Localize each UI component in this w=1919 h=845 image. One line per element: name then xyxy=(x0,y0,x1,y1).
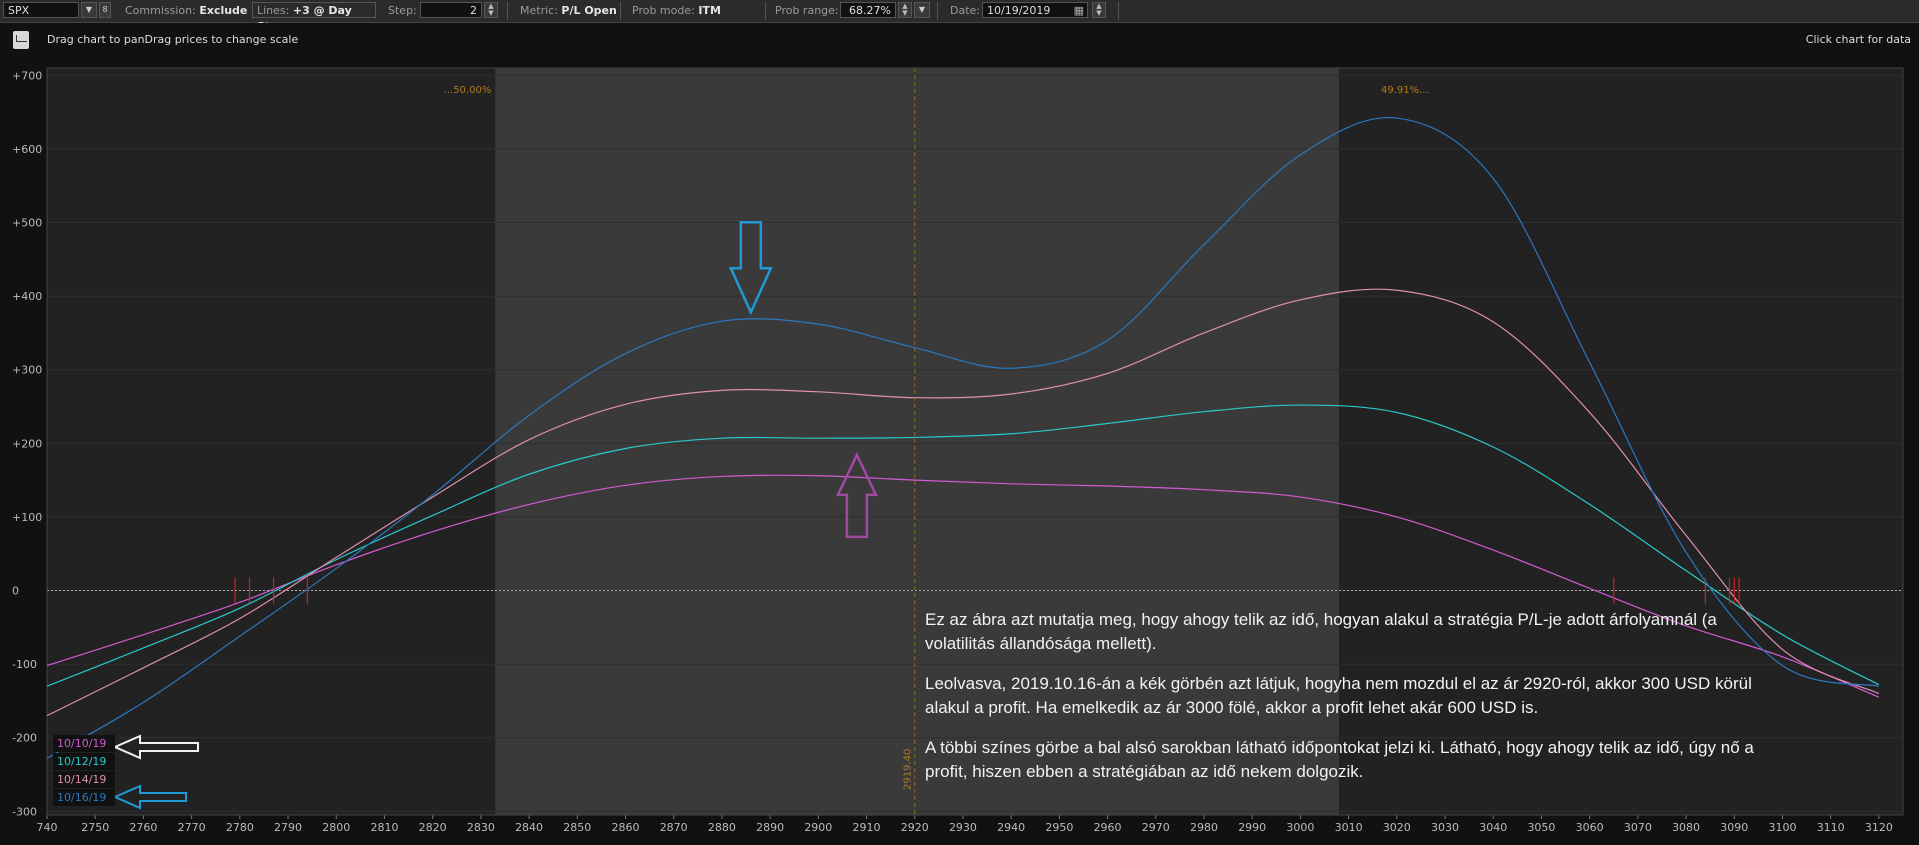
y-tick-label: -100 xyxy=(12,658,37,671)
x-tick-label: 2930 xyxy=(949,821,977,834)
x-tick-label: 2760 xyxy=(129,821,157,834)
x-tick-label: 2990 xyxy=(1238,821,1266,834)
x-tick-label: 3110 xyxy=(1817,821,1845,834)
x-tick-label: 2750 xyxy=(81,821,109,834)
y-tick-label: +600 xyxy=(12,143,42,156)
x-tick-label: 3040 xyxy=(1479,821,1507,834)
x-tick-label: 3030 xyxy=(1431,821,1459,834)
x-tick-label: 3090 xyxy=(1720,821,1748,834)
x-tick-label: 3020 xyxy=(1383,821,1411,834)
y-tick-label: +500 xyxy=(12,217,42,230)
legend-item: 10/12/19 xyxy=(53,753,115,770)
y-tick-label: +700 xyxy=(12,69,42,82)
x-tick-label: 2790 xyxy=(274,821,302,834)
current-price-label: 2919.40 xyxy=(903,749,914,790)
x-tick-label: 2830 xyxy=(467,821,495,834)
prob-label-right: 49.91%... xyxy=(1381,85,1429,96)
x-tick-label: 2870 xyxy=(660,821,688,834)
x-tick-label: 2800 xyxy=(322,821,350,834)
x-tick-label: 3050 xyxy=(1527,821,1555,834)
x-tick-label: 3100 xyxy=(1768,821,1796,834)
x-tick-label: 3080 xyxy=(1672,821,1700,834)
x-tick-label: 2820 xyxy=(419,821,447,834)
x-tick-label: 2770 xyxy=(178,821,206,834)
x-tick-label: 3000 xyxy=(1286,821,1314,834)
x-tick-label: 2940 xyxy=(997,821,1025,834)
y-tick-label: -300 xyxy=(12,805,37,818)
legend-item: 10/10/19 xyxy=(53,735,115,752)
x-tick-label: 2950 xyxy=(1045,821,1073,834)
y-tick-label: -200 xyxy=(12,732,37,745)
y-tick-label: 0 xyxy=(12,585,19,598)
x-tick-label: 3060 xyxy=(1576,821,1604,834)
x-tick-label: 2970 xyxy=(1142,821,1170,834)
x-tick-label: 3010 xyxy=(1335,821,1363,834)
x-tick-label: 3070 xyxy=(1624,821,1652,834)
x-tick-label: 2920 xyxy=(901,821,929,834)
x-tick-label: 2960 xyxy=(1094,821,1122,834)
legend-item: 10/16/19 xyxy=(53,789,115,806)
x-tick-label: 2890 xyxy=(756,821,784,834)
y-tick-label: +100 xyxy=(12,511,42,524)
x-tick-label: 2850 xyxy=(563,821,591,834)
x-tick-label: 3120 xyxy=(1865,821,1893,834)
annotation-text: Ez az ábra azt mutatja meg, hogy ahogy t… xyxy=(925,608,1785,800)
x-tick-label: 2840 xyxy=(515,821,543,834)
annotation-paragraph-3: A többi színes görbe a bal alsó sarokban… xyxy=(925,738,1754,781)
x-tick-label: 740 xyxy=(37,821,58,834)
x-tick-label: 2880 xyxy=(708,821,736,834)
y-tick-label: +300 xyxy=(12,364,42,377)
prob-label-left: ...50.00% xyxy=(444,85,492,96)
legend-item: 10/14/19 xyxy=(53,771,115,788)
x-tick-label: 2910 xyxy=(853,821,881,834)
x-tick-label: 2980 xyxy=(1190,821,1218,834)
x-tick-label: 2860 xyxy=(611,821,639,834)
annotation-paragraph-2: Leolvasva, 2019.10.16-án a kék görbén az… xyxy=(925,674,1752,717)
y-tick-label: +400 xyxy=(12,290,42,303)
annotation-paragraph-1: Ez az ábra azt mutatja meg, hogy ahogy t… xyxy=(925,610,1717,653)
x-tick-label: 2810 xyxy=(370,821,398,834)
x-tick-label: 2900 xyxy=(804,821,832,834)
y-tick-label: +200 xyxy=(12,437,42,450)
x-tick-label: 2780 xyxy=(226,821,254,834)
